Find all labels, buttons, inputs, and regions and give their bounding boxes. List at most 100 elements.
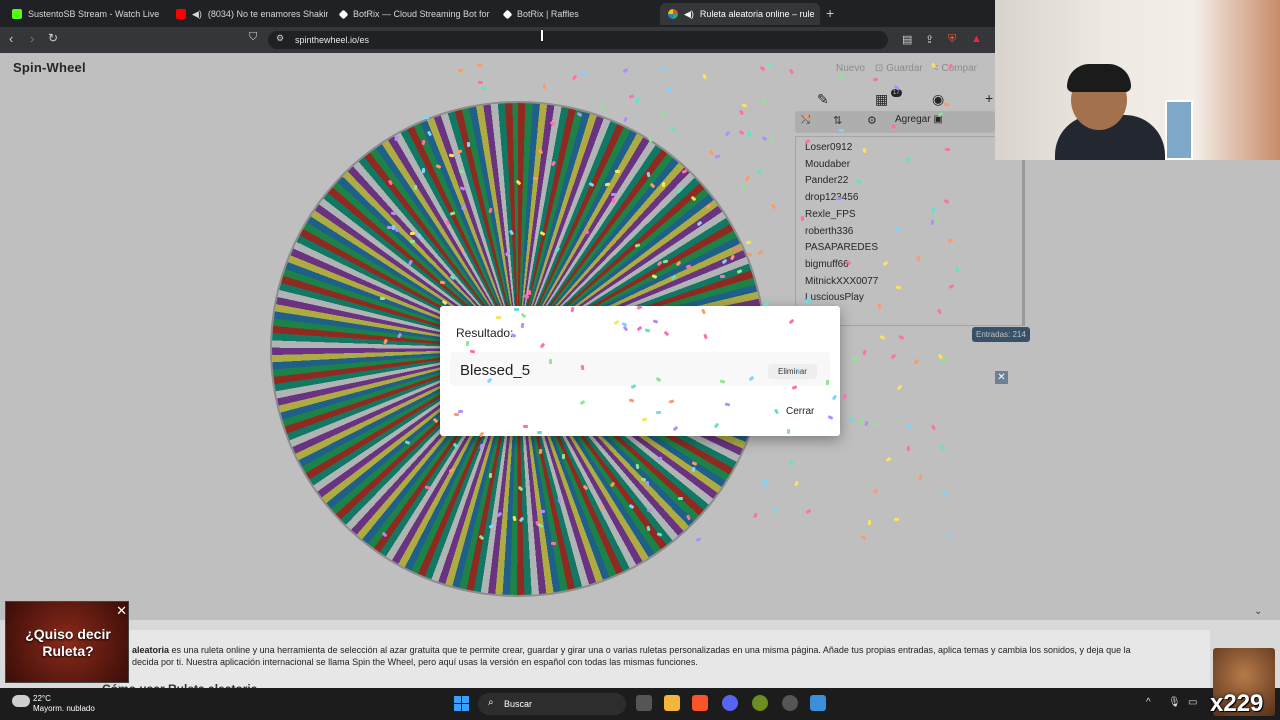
windows-start-icon[interactable] [454,696,470,712]
tab-title: SustentoSB Stream - Watch Live [28,9,160,19]
os-taskbar: 22°C Mayorm. nublado ⌕ Buscar ^ 🎙 ▭ [0,688,1280,720]
window-frame [1165,100,1193,160]
confetti-piece [770,137,774,143]
confetti-piece [514,307,520,311]
confetti-piece [548,359,553,365]
close-icon[interactable]: ✕ [995,371,1008,384]
confetti-piece [838,128,844,132]
tab-botrix[interactable]: BotRix — Cloud Streaming Bot for Tw [332,3,492,25]
confetti-piece [520,322,524,329]
confetti-piece [409,240,416,244]
botrix-icon [338,9,349,19]
article-bold: aleatoria [132,645,170,655]
confetti-piece [852,357,858,362]
confetti-piece [656,456,663,461]
close-dialog-button[interactable]: Cerrar [780,404,821,419]
article-text-2: decida por ti. Nuestra aplicación intern… [132,657,698,667]
confetti-piece [934,217,939,223]
tab-ruleta[interactable]: ◀) Ruleta aleatoria online – rule ✕ [660,3,820,25]
confetti-piece [466,142,471,148]
browser-tab-bar: SustentoSB Stream - Watch Live ◀) (8034)… [0,0,995,27]
tab-sustentosb[interactable]: SustentoSB Stream - Watch Live [4,3,164,25]
confetti-piece [859,418,864,424]
confetti-piece [641,417,648,422]
confetti-piece [413,185,418,191]
confetti-piece [523,425,529,429]
search-icon: ⌕ [488,697,494,708]
cloud-icon[interactable] [12,695,30,707]
rewards-icon[interactable]: ▲ [971,33,982,45]
obs-icon[interactable] [782,695,798,711]
network-icon[interactable]: ▭ [1188,697,1197,708]
file-explorer-icon[interactable] [664,695,680,711]
speaker-icon: ◀) [192,8,202,19]
back-icon[interactable]: ‹ [9,31,13,46]
kick-icon [12,9,22,19]
confetti-piece [725,402,731,407]
confetti-piece [644,327,650,333]
chevron-up-icon[interactable]: ^ [1146,697,1151,708]
address-bar: ‹ › ↻ ⛉ ⚙ spinthewheel.io/es ▤ ⇪ ⛨ ▲ [0,27,995,53]
tab-title: Ruleta aleatoria online – rule [699,9,815,19]
microphone-icon[interactable]: 🎙 [1168,697,1181,708]
video-widget[interactable]: ¿Quiso decir Ruleta? ✕ [5,601,129,683]
confetti-piece [719,274,725,278]
tab-title: (8034) No te enamores Shakira [207,9,328,19]
confetti-piece [677,497,683,501]
tab-botrix-raffles[interactable]: BotRix | Raffles [496,3,656,25]
brave-icon[interactable] [692,695,708,711]
tab-title: BotRix | Raffles [517,9,579,19]
person-hair [1067,64,1131,92]
wheel-favicon-icon [668,9,678,19]
video-caption-line2: Ruleta? [42,643,94,659]
share-icon[interactable]: ⇪ [925,33,934,46]
remove-button[interactable]: Eliminar [768,364,817,379]
confetti-piece [536,430,542,435]
confetti-piece [543,84,547,90]
confetti-piece [439,280,446,285]
weather-temperature: 22°C [33,694,51,703]
reload-icon[interactable]: ↻ [48,31,58,45]
confetti-piece [655,410,661,415]
video-caption-line1: ¿Quiso decir [25,626,111,642]
confetti-piece [861,147,867,153]
bookmark-icon[interactable]: ⛉ [249,31,257,44]
forward-icon[interactable]: › [30,31,34,46]
confetti-piece [662,182,666,188]
speaker-icon: ◀) [684,8,694,19]
tab-title: BotRix — Cloud Streaming Bot for Tw [353,9,492,19]
confetti-piece [667,86,671,93]
tab-youtube[interactable]: ◀) (8034) No te enamores Shakira [168,3,328,25]
confetti-piece [528,289,532,295]
confetti-piece [868,519,872,525]
site-info-icon[interactable]: ⚙ [276,33,284,44]
confetti-piece [646,508,652,513]
confetti-piece [539,509,545,513]
reader-icon[interactable]: ▤ [902,33,912,46]
notepad-icon[interactable] [810,695,826,711]
search-placeholder: Buscar [504,699,533,709]
result-label: Resultado: [456,326,514,340]
confetti-piece [409,231,415,236]
plus-icon[interactable]: + [826,5,834,21]
app-icon[interactable] [752,695,768,711]
confetti-piece [757,169,762,175]
confetti-piece [423,115,430,119]
confetti-piece [786,429,790,435]
watermark: x229 [1210,690,1264,717]
botrix-icon [502,9,513,19]
confetti-piece [747,132,752,138]
article-text: es una ruleta online y una herramienta d… [169,645,1131,655]
discord-icon[interactable] [722,695,738,711]
youtube-icon [176,9,186,19]
weather-description: Mayorm. nublado [33,704,95,713]
task-view-icon[interactable] [636,695,652,711]
mouse-cursor [541,30,543,41]
taskbar-search[interactable]: ⌕ Buscar [478,693,626,715]
brave-shield-icon[interactable]: ⛨ [948,33,956,46]
confetti-piece [745,240,751,245]
close-icon[interactable]: ✕ [116,603,127,619]
article-paragraph: aleatoria es una ruleta online y una her… [132,644,1192,668]
confetti-piece [635,464,639,470]
confetti-piece [614,169,620,174]
